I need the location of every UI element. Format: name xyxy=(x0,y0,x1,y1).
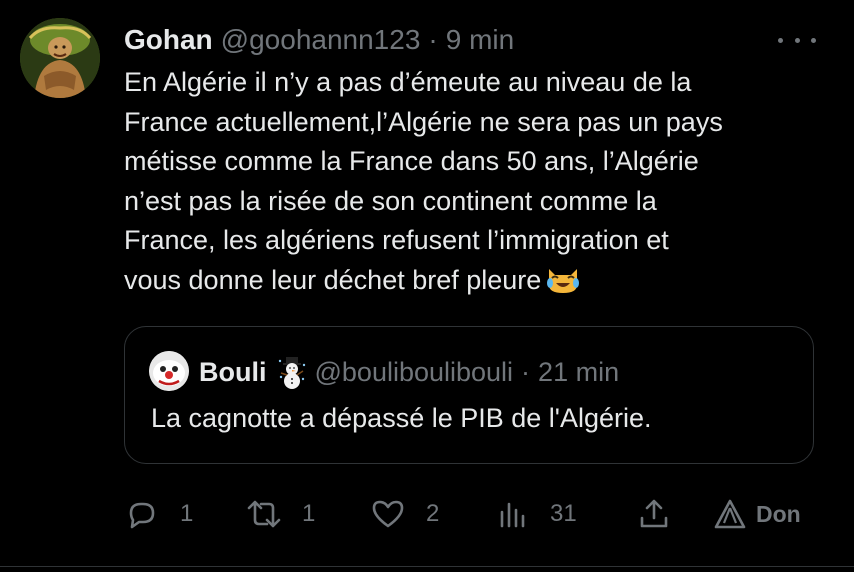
snowman-emoji-icon xyxy=(278,357,305,389)
quoted-tweet-time[interactable]: 21 min xyxy=(538,357,619,388)
bar-chart-icon xyxy=(500,502,525,528)
tweet-text-line: France actuellement,l’Algérie ne sera pa… xyxy=(124,106,723,137)
tweet-text-line: vous donne leur déchet bref pleure xyxy=(124,264,542,295)
promote-triangle-icon xyxy=(714,499,746,529)
tweet[interactable]: Gohan @goohannn123 · 9 min En Algérie il… xyxy=(0,0,854,572)
views-button[interactable]: 31 xyxy=(494,494,577,534)
author-name[interactable]: Gohan xyxy=(124,24,213,56)
retweet-button[interactable]: 1 xyxy=(246,494,315,534)
reply-count: 1 xyxy=(180,500,194,527)
promote-button[interactable]: Don xyxy=(712,494,801,534)
reply-button[interactable]: 1 xyxy=(124,494,193,534)
tweet-text-last-line: vous donne leur déchet bref pleure xyxy=(124,261,814,301)
quoted-tweet-header: Bouli @bouliboulibouli · 21 min xyxy=(199,355,619,389)
tweet-text-line: En Algérie il n’y a pas d’émeute au nive… xyxy=(124,67,692,97)
quoted-tweet[interactable]: Bouli @bouliboulibouli · 21 min La cagno… xyxy=(124,326,814,464)
retweet-count: 1 xyxy=(302,500,316,527)
quoted-author-handle[interactable]: @bouliboulibouli xyxy=(315,357,514,388)
share-button[interactable] xyxy=(636,494,672,534)
quoted-author-name[interactable]: Bouli xyxy=(199,357,267,388)
quoted-author-avatar[interactable] xyxy=(149,351,189,391)
tweet-text-line: France, les algériens refusent l’immigra… xyxy=(124,225,669,255)
tweet-text-line: n’est pas la risée de son continent comm… xyxy=(124,185,657,216)
separator-dot: · xyxy=(521,356,531,387)
separator-dot: · xyxy=(428,24,438,55)
heart-icon xyxy=(372,500,404,528)
divider xyxy=(0,566,854,567)
retweet-icon xyxy=(247,500,281,528)
like-count: 2 xyxy=(426,500,440,527)
quoted-tweet-text: La cagnotte a dépassé le PIB de l'Algéri… xyxy=(151,403,652,433)
author-avatar[interactable] xyxy=(20,18,100,98)
action-bar: 1 1 2 31 Don xyxy=(124,494,814,534)
tweet-text: En Algérie il n’y a pas d’émeute au nive… xyxy=(124,63,814,300)
tweet-time[interactable]: 9 min xyxy=(446,24,514,56)
more-options-icon[interactable] xyxy=(778,28,816,52)
tears-of-joy-cat-emoji-icon xyxy=(547,268,580,293)
reply-icon xyxy=(129,502,155,529)
promote-label: Don xyxy=(756,500,801,527)
tweet-header: Gohan @goohannn123 · 9 min xyxy=(124,22,514,58)
view-count: 31 xyxy=(550,500,577,527)
share-icon xyxy=(640,499,668,528)
author-handle[interactable]: @goohannn123 xyxy=(221,24,421,56)
like-button[interactable]: 2 xyxy=(370,494,439,534)
tweet-text-line: métisse comme la France dans 50 ans, l’A… xyxy=(124,146,699,176)
